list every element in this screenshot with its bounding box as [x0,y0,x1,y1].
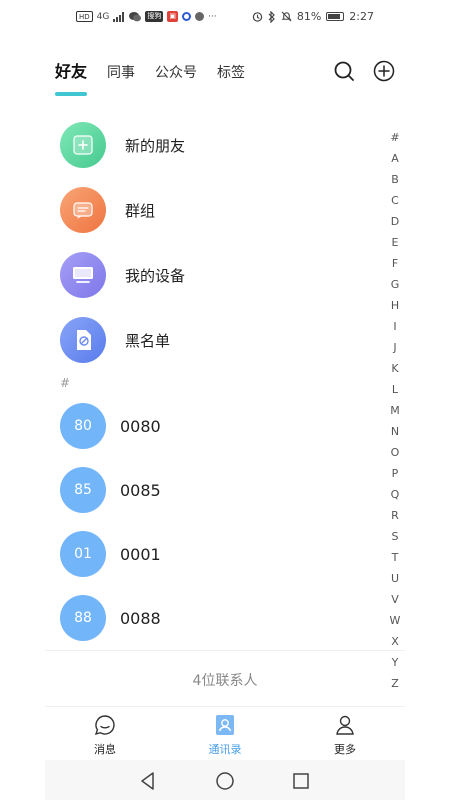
bottom-nav: 消息 通讯录 更多 [45,706,405,760]
index-letter[interactable]: W [388,610,402,631]
blacklist-icon [60,317,106,363]
nav-messages-label: 消息 [94,743,116,756]
index-letter[interactable]: V [388,589,402,610]
contact-name: 0080 [120,416,161,436]
monitor-icon [60,252,106,298]
index-letter[interactable]: R [388,505,402,526]
index-letter[interactable]: K [388,358,402,379]
index-letter[interactable]: Y [388,652,402,673]
nav-messages[interactable]: 消息 [65,713,145,757]
home-icon[interactable] [214,770,236,792]
index-letter[interactable]: L [388,379,402,400]
recents-icon[interactable] [290,770,312,792]
app-circle-icon [181,12,191,21]
index-letter[interactable]: B [388,169,402,190]
index-letter[interactable]: M [388,400,402,421]
index-letter[interactable]: T [388,547,402,568]
index-letter[interactable]: X [388,631,402,652]
index-letter[interactable]: E [388,232,402,253]
index-letter[interactable]: O [388,442,402,463]
blacklist-label: 黑名单 [125,331,171,350]
tab-colleagues[interactable]: 同事 [107,62,135,82]
index-letter[interactable]: P [388,463,402,484]
new-friends-icon [60,122,106,168]
index-letter[interactable]: G [388,274,402,295]
nav-more-label: 更多 [334,743,356,756]
hd-badge: HD [76,11,93,22]
status-left: HD 4G 搜狗 ▣ ··· [76,11,217,22]
contact-avatar: 88 [60,595,106,641]
person-icon [336,715,354,735]
alarm-icon [252,12,263,22]
nav-contacts-label: 通讯录 [208,743,242,756]
search-icon[interactable] [332,59,356,83]
index-letter[interactable]: A [388,148,402,169]
contact-avatar: 80 [60,403,106,449]
my-devices-label: 我的设备 [125,266,186,285]
new-friends-entry[interactable]: 新的朋友 [60,122,370,168]
contact-avatar: 01 [60,531,106,577]
add-icon[interactable] [372,59,396,83]
index-letter[interactable]: D [388,211,402,232]
contact-row[interactable]: 01 0001 [60,531,360,577]
contact-row[interactable]: 88 0088 [60,595,360,641]
index-letter[interactable]: S [388,526,402,547]
nav-more[interactable]: 更多 [305,713,385,757]
status-right: 81% 2:27 [252,10,374,23]
wechat-icon [129,11,142,21]
groups-label: 群组 [125,201,156,220]
contacts-icon [216,715,234,735]
contact-row[interactable]: 85 0085 [60,467,360,513]
top-tabs: 好友 同事 公众号 标签 [55,58,245,96]
nav-contacts[interactable]: 通讯录 [185,713,265,757]
battery-percent: 81% [296,10,322,23]
new-friends-label: 新的朋友 [125,136,186,155]
index-letter[interactable]: U [388,568,402,589]
message-icon [94,715,115,736]
index-letter[interactable]: H [388,295,402,316]
index-letter[interactable]: Z [388,673,402,694]
contact-row[interactable]: 80 0080 [60,403,360,449]
system-nav-bar [45,760,405,800]
list-divider [45,650,405,651]
index-letter[interactable]: F [388,253,402,274]
network-label: 4G [96,11,110,22]
bluetooth-icon [268,10,275,23]
contact-avatar: 85 [60,467,106,513]
index-letter[interactable]: Q [388,484,402,505]
status-more: ··· [207,11,217,22]
contact-count: 4位联系人 [192,673,258,689]
battery-icon [326,12,345,21]
mute-icon [281,11,292,22]
tab-official-accounts[interactable]: 公众号 [155,62,197,82]
group-icon [60,187,106,233]
contact-name: 0088 [120,608,161,628]
contact-name: 0001 [120,544,161,564]
groups-entry[interactable]: 群组 [60,187,370,233]
index-letter[interactable]: C [388,190,402,211]
contact-name: 0085 [120,480,161,500]
app-dot-icon [194,12,204,21]
index-letter[interactable]: I [388,316,402,337]
signal-icon [113,11,125,22]
alphabet-index[interactable]: # A B C D E F G H I J K L M N O P Q R S T U V W X Y Z [388,127,402,694]
app-badge-icon: ▣ [167,11,178,22]
tab-tags[interactable]: 标签 [217,62,245,82]
index-letter[interactable]: J [388,337,402,358]
my-devices-entry[interactable]: 我的设备 [60,252,370,298]
tab-friends[interactable]: 好友 [55,58,88,96]
section-header: # [60,376,71,390]
sogou-badge: 搜狗 [145,11,164,22]
status-bar: HD 4G 搜狗 ▣ ··· 81% 2:27 [0,0,450,34]
blacklist-entry[interactable]: 黑名单 [60,317,370,363]
index-letter[interactable]: N [388,421,402,442]
index-letter[interactable]: # [388,127,402,148]
back-icon[interactable] [137,770,159,792]
clock: 2:27 [349,10,374,23]
